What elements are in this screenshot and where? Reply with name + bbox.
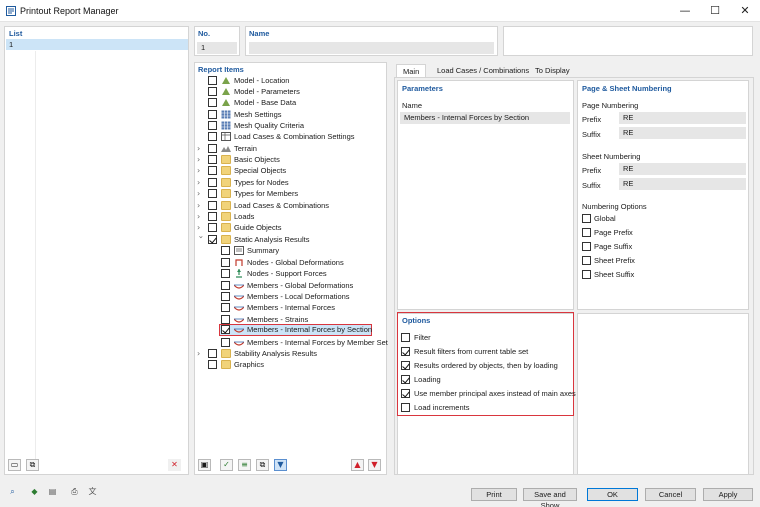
sheet-prefix-label: Prefix xyxy=(582,166,602,175)
print-button[interactable]: Print xyxy=(471,488,517,501)
option-label: Use member principal axes instead of mai… xyxy=(414,389,576,398)
printer-icon[interactable]: ⎙ xyxy=(68,486,81,498)
name-panel: Name xyxy=(245,26,498,56)
checkbox[interactable] xyxy=(582,228,591,237)
page-numbering-label: Page Numbering xyxy=(582,101,639,110)
checkbox[interactable] xyxy=(401,389,410,398)
option-label: Result filters from current table set xyxy=(414,347,529,356)
numbering-option-label: Page Suffix xyxy=(594,242,633,251)
numbering-header: Page & Sheet Numbering xyxy=(582,84,672,93)
option-label: Filter xyxy=(414,333,431,342)
page-suffix-field[interactable]: RE xyxy=(619,127,746,139)
list-panel: List 1 xyxy=(4,26,189,475)
checkbox[interactable] xyxy=(401,361,410,370)
report-items-panel: Report Items xyxy=(194,62,387,475)
name-label: Name xyxy=(249,29,270,38)
option-label: Load increments xyxy=(414,403,470,412)
report-items-header: Report Items xyxy=(198,65,244,74)
page-suffix-label: Suffix xyxy=(582,130,601,139)
list-header: List xyxy=(9,29,23,38)
checkbox[interactable] xyxy=(582,214,591,223)
number-panel: No. 1 xyxy=(194,26,240,56)
numbering-option-label: Page Prefix xyxy=(594,228,633,237)
numbering-option-label: Sheet Prefix xyxy=(594,256,635,265)
app-icon xyxy=(6,6,16,16)
list-divider xyxy=(35,51,36,471)
parameters-panel: Parameters Name Members - Internal Force… xyxy=(397,80,574,310)
list-item-label: 1 xyxy=(9,40,14,49)
number-label: No. xyxy=(198,29,211,38)
numbering-options-label: Numbering Options xyxy=(582,202,647,211)
sheet-suffix-label: Suffix xyxy=(582,181,601,190)
option-label: Loading xyxy=(414,375,441,384)
checkbox[interactable] xyxy=(582,270,591,279)
option-label: Results ordered by objects, then by load… xyxy=(414,361,558,370)
cancel-button[interactable]: Cancel xyxy=(645,488,696,501)
copy-report-icon[interactable]: ⧉ xyxy=(26,459,39,471)
title-bar: Printout Report Manager — ☐ ✕ xyxy=(0,0,760,22)
name-field[interactable] xyxy=(249,42,494,54)
settings-icon[interactable]: ▤ xyxy=(46,486,59,498)
apply-button[interactable]: Apply xyxy=(703,488,753,501)
checkbox[interactable] xyxy=(401,333,410,342)
number-field[interactable]: 1 xyxy=(197,42,237,54)
tab-main[interactable]: Main xyxy=(396,64,427,78)
numbering-option-label: Sheet Suffix xyxy=(594,270,635,279)
translate-icon[interactable]: 文 xyxy=(86,486,99,498)
checkbox[interactable] xyxy=(401,375,410,384)
sheet-prefix-field[interactable]: RE xyxy=(619,163,746,175)
check-all-icon[interactable]: ✓ xyxy=(220,459,233,471)
page-prefix-label: Prefix xyxy=(582,115,602,124)
window-title: Printout Report Manager xyxy=(20,6,119,16)
close-button[interactable]: ✕ xyxy=(730,0,760,22)
checkbox[interactable] xyxy=(401,403,410,412)
maximize-button[interactable]: ☐ xyxy=(700,0,730,22)
save-and-show-button[interactable]: Save and Show xyxy=(523,488,577,507)
parameters-name-label: Name xyxy=(402,101,423,110)
tab-load-cases[interactable]: Load Cases / Combinations xyxy=(431,64,535,78)
copy-icon[interactable]: ⧉ xyxy=(256,459,269,471)
list-item[interactable]: 1 xyxy=(6,39,188,50)
search-icon[interactable]: ⌕ xyxy=(6,486,19,498)
page-prefix-field[interactable]: RE xyxy=(619,112,746,124)
parameters-header: Parameters xyxy=(402,84,443,93)
add-graphic-icon[interactable]: ▣ xyxy=(198,459,211,471)
move-up-icon[interactable]: ▲ xyxy=(351,459,364,471)
filter-icon[interactable]: ▼ xyxy=(274,459,287,471)
checkbox[interactable] xyxy=(401,347,410,356)
empty-panel xyxy=(577,313,749,475)
new-folder-icon[interactable]: ▭ xyxy=(8,459,21,471)
ok-button[interactable]: OK xyxy=(587,488,638,501)
move-down-icon[interactable]: ▼ xyxy=(368,459,381,471)
sheet-numbering-label: Sheet Numbering xyxy=(582,152,641,161)
checkbox[interactable] xyxy=(582,242,591,251)
delete-icon[interactable]: ✕ xyxy=(168,459,181,471)
options-header: Options xyxy=(402,316,431,325)
parameters-name-field[interactable]: Members - Internal Forces by Section xyxy=(400,112,570,124)
sheet-suffix-field[interactable]: RE xyxy=(619,178,746,190)
units-icon[interactable]: ◆ xyxy=(28,486,41,498)
tab-to-display[interactable]: To Display xyxy=(529,64,576,78)
minimize-button[interactable]: — xyxy=(670,0,700,22)
numbering-option-label: Global xyxy=(594,214,616,223)
checkbox[interactable] xyxy=(582,256,591,265)
description-panel xyxy=(503,26,753,56)
check-selected-icon[interactable]: ≡ xyxy=(238,459,251,471)
